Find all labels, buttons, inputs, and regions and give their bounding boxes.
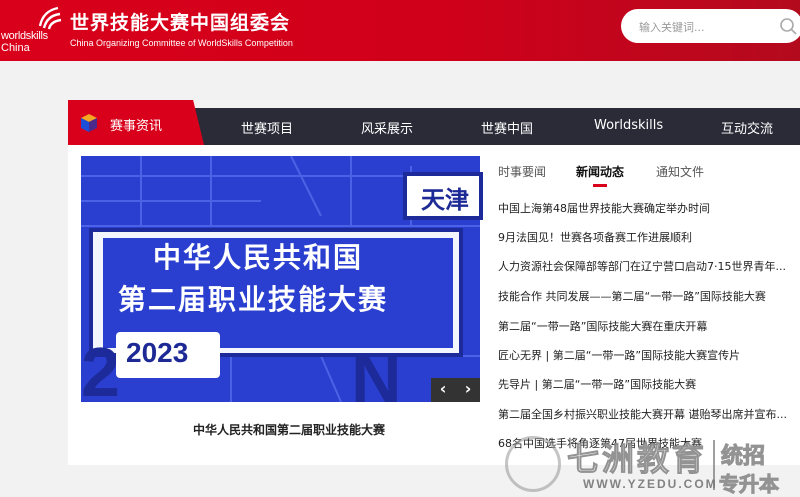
carousel-controls: ‹ ›	[431, 378, 480, 402]
watermark-right-1: 统招	[720, 444, 766, 470]
list-item[interactable]: 第二届“一带一路”国际技能大赛在重庆开幕	[498, 318, 788, 334]
svg-text:N: N	[351, 339, 402, 402]
banner-headline-1: 中华人民共和国	[153, 241, 364, 274]
nav-item-showcase[interactable]: 风采展示	[361, 118, 413, 137]
tab-notices[interactable]: 通知文件	[656, 163, 704, 180]
nav-item-news-label: 赛事资讯	[110, 119, 163, 134]
banner-year-box: 2023	[116, 332, 220, 378]
nav-item-interaction[interactable]: 互动交流	[721, 118, 773, 137]
watermark-divider	[713, 440, 715, 490]
watermark-logo-icon	[505, 436, 561, 492]
banner-badge: 天津	[403, 172, 483, 220]
logo-text-worldskills: worldskills	[1, 30, 48, 42]
search-icon[interactable]	[779, 17, 797, 35]
list-item[interactable]: 技能合作 共同发展——第二届“一带一路”国际技能大赛	[498, 288, 788, 304]
carousel-next-button[interactable]: ›	[456, 378, 480, 402]
tab-news[interactable]: 新闻动态	[576, 163, 624, 180]
tab-current-affairs[interactable]: 时事要闻	[498, 163, 546, 180]
list-item[interactable]: 人力资源社会保障部等部门在辽宁营口启动7·15世界青年...	[498, 258, 788, 274]
carousel-prev-button[interactable]: ‹	[431, 378, 455, 402]
watermark-url: WWW.YZEDU.COM	[583, 477, 718, 491]
list-item[interactable]: 第二届全国乡村振兴职业技能大赛开幕 谌贻琴出席并宣布...	[498, 406, 788, 422]
banner-caption[interactable]: 中华人民共和国第二届职业技能大赛	[193, 421, 385, 438]
search-placeholder: 输入关键词...	[639, 21, 705, 34]
svg-text:2: 2	[81, 333, 120, 402]
banner-headline-2: 第二届职业技能大赛	[118, 283, 389, 316]
nav-item-news[interactable]: 赛事资讯	[68, 100, 204, 145]
site-title-cn: 世界技能大赛中国组委会	[70, 12, 291, 34]
watermark: 七洲教育 WWW.YZEDU.COM 统招 专升本	[505, 436, 800, 497]
site-title: 世界技能大赛中国组委会 China Organizing Committee o…	[70, 8, 293, 48]
list-item[interactable]: 匠心无界 | 第二届“一带一路”国际技能大赛宣传片	[498, 347, 788, 363]
watermark-brand: 七洲教育	[566, 440, 708, 479]
nav-item-worldskills[interactable]: Worldskills	[594, 118, 663, 133]
banner-year: 2023	[126, 337, 189, 368]
worldskills-logo-icon	[38, 6, 62, 30]
list-item[interactable]: 先导片 | 第二届“一带一路”国际技能大赛	[498, 376, 788, 392]
watermark-right-2: 专升本	[719, 472, 780, 497]
list-item[interactable]: 9月法国见！世赛各项备赛工作进展顺利	[498, 229, 788, 245]
logo-text-china: China	[1, 42, 30, 54]
nav-item-projects[interactable]: 世赛项目	[241, 118, 293, 137]
site-title-en: China Organizing Committee of WorldSkill…	[70, 38, 293, 48]
worldskills-logo[interactable]: worldskills China	[0, 6, 64, 56]
active-tab-indicator	[593, 184, 607, 187]
list-item[interactable]: 中国上海第48届世界技能大赛确定举办时间	[498, 200, 788, 216]
cube-icon	[81, 114, 97, 132]
nav-item-china[interactable]: 世赛中国	[481, 118, 533, 137]
search-input[interactable]: 输入关键词...	[621, 9, 800, 43]
